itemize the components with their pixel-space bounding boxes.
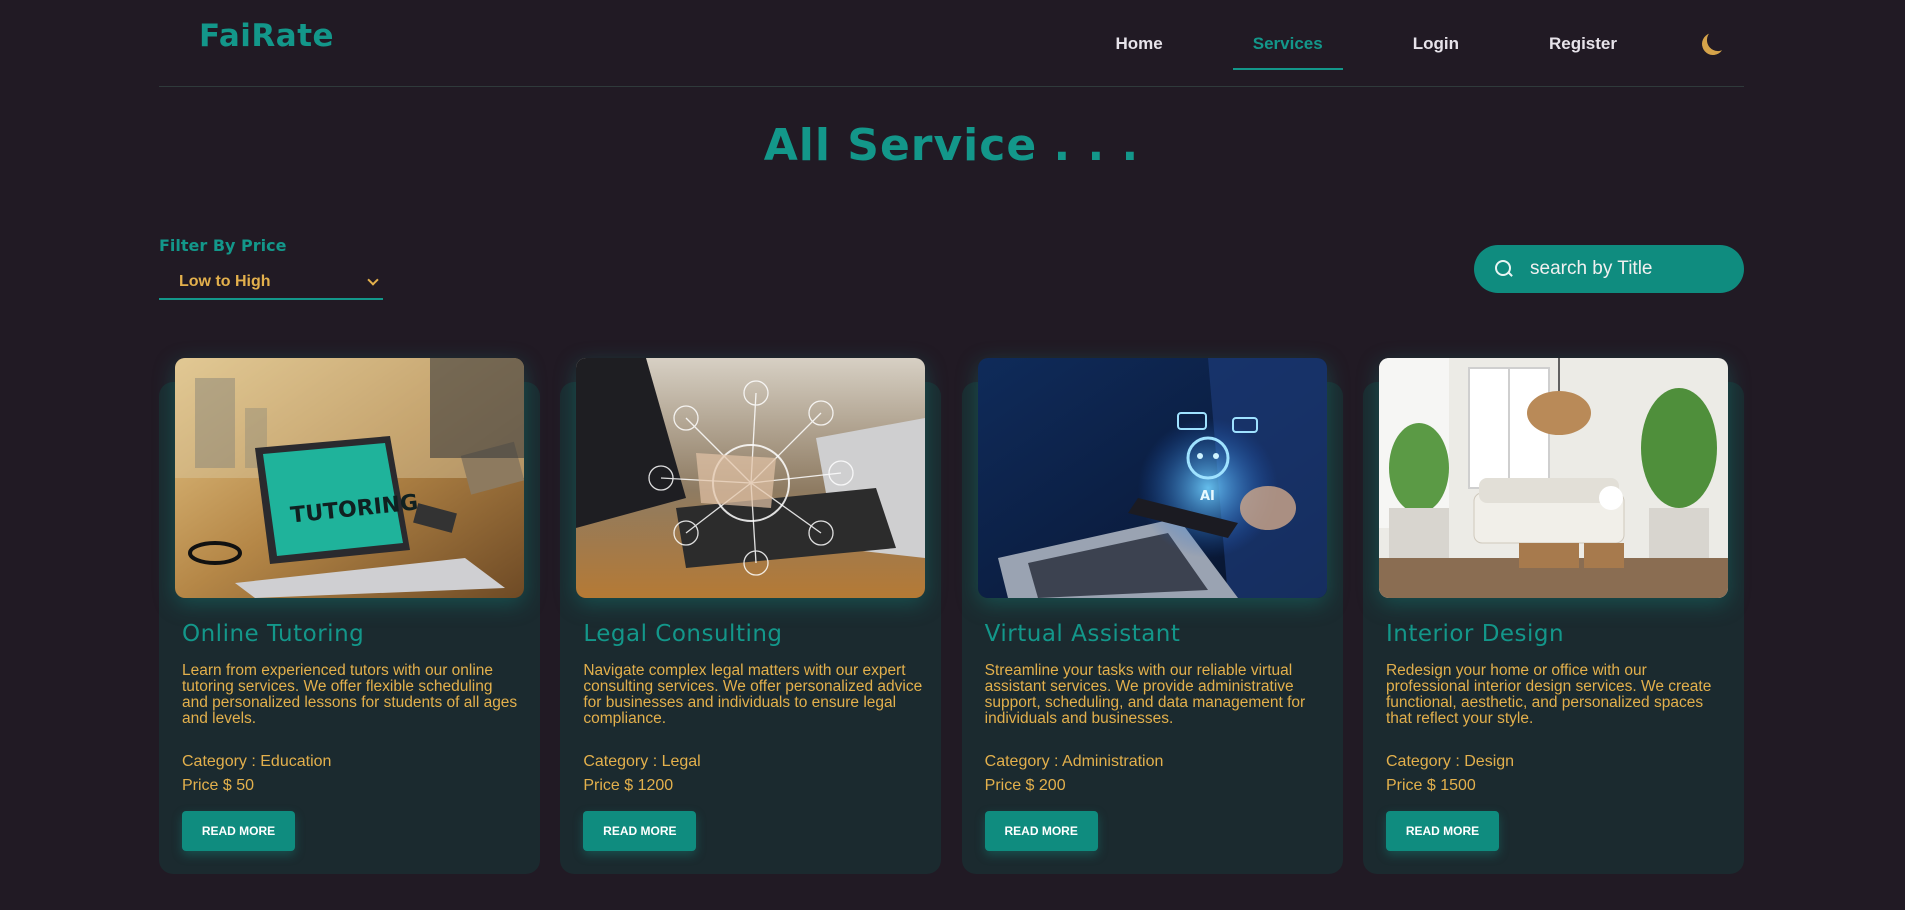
- service-image-interior: [1378, 358, 1728, 598]
- card-title: Virtual Assistant: [984, 621, 1181, 647]
- price-filter-value: Low to High: [179, 273, 271, 290]
- service-card: TUTORING Online Tutoring Learn from expe…: [159, 358, 540, 874]
- card-description: Streamline your tasks with our reliable …: [984, 662, 1306, 727]
- card-price: Price $ 1500: [1385, 777, 1476, 794]
- card-price: Price $ 50: [182, 777, 255, 794]
- search-input[interactable]: [1530, 258, 1730, 280]
- service-image-tutoring: TUTORING: [175, 358, 524, 598]
- page-container: FaiRate Home Services Login Register All…: [159, 0, 1744, 874]
- nav-home[interactable]: Home: [1096, 24, 1183, 64]
- filter-label: Filter By Price: [159, 236, 287, 255]
- card-description: Navigate complex legal matters with our …: [583, 662, 923, 727]
- card-price: Price $ 200: [984, 777, 1066, 794]
- card-title: Online Tutoring: [182, 621, 365, 647]
- card-title: Interior Design: [1385, 621, 1565, 647]
- nav-links: Home Services Login Register: [1071, 0, 1744, 87]
- service-card: Interior Design Redesign your home or of…: [1362, 358, 1744, 874]
- read-more-button[interactable]: READ MORE: [182, 811, 295, 851]
- nav-services[interactable]: Services: [1232, 24, 1343, 70]
- card-category: Category : Legal: [583, 753, 701, 770]
- page-title: All Service . . .: [763, 120, 1140, 171]
- card-price: Price $ 1200: [583, 777, 674, 794]
- navbar: FaiRate Home Services Login Register: [159, 0, 1744, 87]
- search-icon: [1494, 259, 1514, 279]
- nav-login[interactable]: Login: [1393, 24, 1479, 64]
- price-filter-select[interactable]: Low to High: [159, 266, 383, 300]
- card-category: Category : Education: [182, 753, 332, 770]
- nav-register[interactable]: Register: [1529, 24, 1637, 64]
- search-bar[interactable]: [1474, 245, 1744, 293]
- chevron-down-icon: [367, 274, 379, 286]
- service-card: AI Virtual Assistant Streamline your tas…: [961, 358, 1343, 874]
- read-more-button[interactable]: READ MORE: [984, 811, 1098, 851]
- service-card: Legal Consulting Navigate complex legal …: [560, 358, 942, 874]
- ai-image-text: AI: [1200, 489, 1215, 504]
- card-description: Redesign your home or office with our pr…: [1385, 662, 1712, 727]
- card-category: Category : Administration: [984, 753, 1164, 770]
- service-cards: TUTORING Online Tutoring Learn from expe…: [159, 358, 1744, 874]
- service-image-virtual-assistant: AI: [977, 358, 1327, 598]
- card-title: Legal Consulting: [583, 621, 783, 647]
- moon-icon[interactable]: [1699, 29, 1727, 57]
- logo[interactable]: FaiRate: [199, 18, 334, 54]
- service-image-legal: [576, 358, 926, 598]
- read-more-button[interactable]: READ MORE: [583, 811, 697, 851]
- card-category: Category : Design: [1385, 753, 1515, 770]
- card-description: Learn from experienced tutors with our o…: [182, 662, 518, 727]
- read-more-button[interactable]: READ MORE: [1385, 811, 1499, 851]
